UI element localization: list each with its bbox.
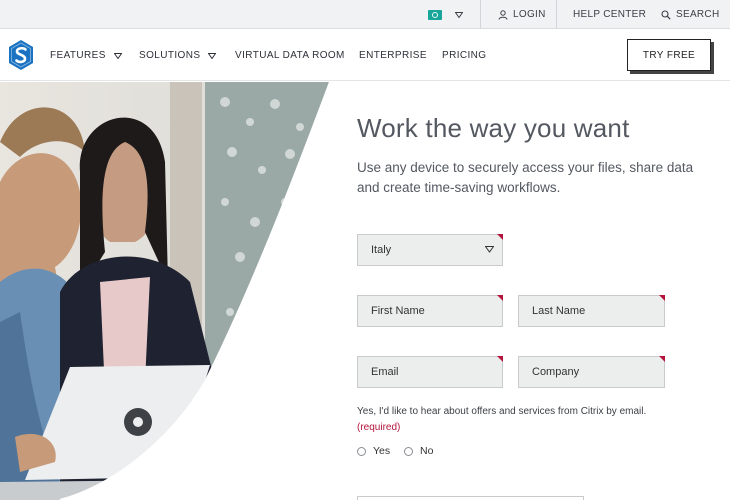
try-free-button[interactable]: TRY FREE [627, 39, 711, 71]
chevron-down-icon [485, 246, 494, 253]
user-icon [498, 9, 508, 20]
hero-subhead: Use any device to securely access your f… [357, 160, 694, 195]
hero-headline: Work the way you want [357, 113, 630, 143]
sharefile-logo[interactable] [8, 39, 34, 71]
email-placeholder: Email [371, 366, 399, 378]
consent-text: Yes, I'd like to hear about offers and s… [357, 404, 697, 436]
nav-solutions-label: SOLUTIONS [139, 50, 201, 61]
search-link[interactable]: SEARCH [661, 0, 719, 29]
required-marker [497, 356, 503, 362]
consent-yes-label: Yes [373, 445, 391, 457]
globe-flag-icon [428, 9, 442, 20]
required-marker [659, 356, 665, 362]
consent-no-label: No [420, 445, 434, 457]
nav-pricing-label: PRICING [442, 50, 487, 61]
chevron-down-icon [455, 11, 463, 18]
consent-yes-option[interactable]: Yes [357, 444, 390, 458]
company-placeholder: Company [532, 366, 580, 378]
help-center-label: HELP CENTER [573, 9, 647, 20]
radio-yes[interactable] [357, 446, 366, 456]
chevron-down-icon [208, 52, 217, 59]
consent-label: Yes, I'd like to hear about offers and s… [357, 406, 647, 417]
nav-virtual-data-room[interactable]: VIRTUAL DATA ROOM [235, 30, 345, 81]
country-value: Italy [371, 244, 392, 256]
country-select[interactable]: Italy [357, 234, 503, 266]
search-icon [661, 9, 671, 20]
submit-button-partial[interactable] [357, 496, 584, 500]
chevron-down-icon [113, 52, 122, 59]
nav-solutions[interactable]: SOLUTIONS [139, 30, 217, 81]
nav-features[interactable]: FEATURES [50, 30, 122, 81]
last-name-placeholder: Last Name [532, 305, 586, 317]
consent-no-option[interactable]: No [404, 444, 433, 458]
required-marker [497, 295, 503, 301]
nav-enterprise-label: ENTERPRISE [359, 50, 427, 61]
nav-enterprise[interactable]: ENTERPRISE [359, 30, 427, 81]
nav-features-label: FEATURES [50, 50, 106, 61]
radio-no[interactable] [404, 446, 413, 456]
first-name-placeholder: First Name [371, 305, 425, 317]
search-label: SEARCH [676, 9, 720, 20]
last-name-field[interactable]: Last Name [518, 295, 665, 327]
login-label: LOGIN [513, 9, 546, 20]
required-marker [497, 234, 503, 240]
help-center-link[interactable]: HELP CENTER [573, 0, 646, 29]
login-link[interactable]: LOGIN [498, 0, 546, 29]
required-note: (required) [357, 422, 401, 433]
nav-virtual-data-room-label: VIRTUAL DATA ROOM [235, 50, 345, 61]
utility-bar: LOGIN HELP CENTER SEARCH [0, 0, 730, 29]
main-nav: FEATURES SOLUTIONS VIRTUAL DATA ROOM ENT… [0, 30, 730, 81]
first-name-field[interactable]: First Name [357, 295, 503, 327]
hero-image [0, 82, 360, 500]
company-field[interactable]: Company [518, 356, 665, 388]
nav-pricing[interactable]: PRICING [442, 30, 486, 81]
region-selector[interactable] [428, 0, 463, 29]
email-field[interactable]: Email [357, 356, 503, 388]
required-marker [659, 295, 665, 301]
